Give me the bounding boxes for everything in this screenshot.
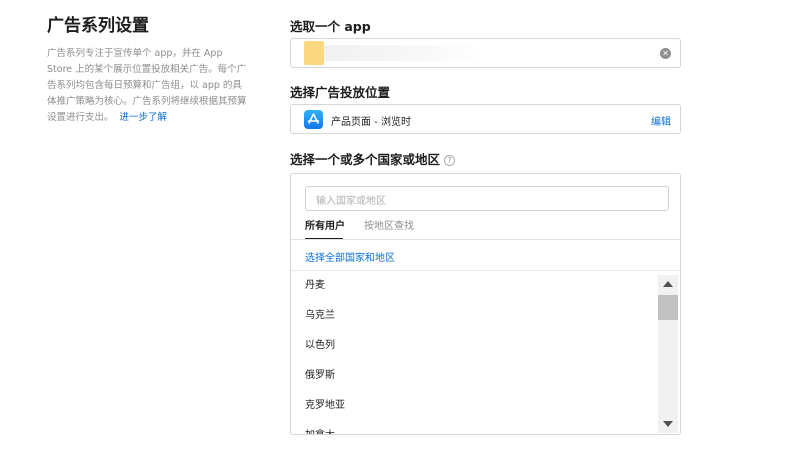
app-store-icon	[304, 110, 323, 129]
scroll-down-icon[interactable]	[663, 421, 673, 427]
intro-description: 广告系列专注于宣传单个 app，并在 App Store 上的某个展示位置投放相…	[47, 46, 247, 126]
tab-find-by-region[interactable]: 按地区查找	[364, 217, 414, 232]
divider	[291, 239, 680, 240]
country-search-input[interactable]: 输入国家或地区	[305, 186, 669, 211]
list-item[interactable]: 俄罗斯	[291, 361, 657, 391]
list-item[interactable]: 加拿大	[291, 421, 657, 434]
placement-field: 产品页面 - 浏览时 编辑	[290, 104, 681, 134]
country-list: 丹麦 乌克兰 以色列 俄罗斯 克罗地亚 加拿大	[291, 271, 657, 434]
countries-label: 选择一个或多个国家或地区?	[290, 149, 456, 168]
edit-placement-link[interactable]: 编辑	[651, 113, 671, 128]
learn-more-link[interactable]: 进一步了解	[120, 112, 168, 123]
country-list-scrollbar[interactable]	[658, 275, 678, 433]
list-item[interactable]: 克罗地亚	[291, 391, 657, 421]
placement-value: 产品页面 - 浏览时	[331, 117, 411, 128]
app-select-label: 选取一个 app	[290, 19, 371, 34]
scroll-up-icon[interactable]	[663, 281, 673, 287]
placement-label: 选择广告投放位置	[290, 85, 391, 100]
app-select-field[interactable]: ✕	[290, 38, 681, 68]
app-name-redacted	[324, 45, 484, 61]
tab-all-users[interactable]: 所有用户	[305, 217, 345, 232]
app-icon	[304, 41, 324, 65]
list-item[interactable]: 乌克兰	[291, 301, 657, 331]
campaign-settings-intro: 广告系列设置 广告系列专注于宣传单个 app，并在 App Store 上的某个…	[47, 14, 247, 126]
clear-icon[interactable]: ✕	[660, 48, 671, 59]
list-item[interactable]: 以色列	[291, 331, 657, 361]
list-item[interactable]: 丹麦	[291, 271, 657, 301]
scroll-thumb[interactable]	[658, 295, 678, 320]
countries-label-text: 选择一个或多个国家或地区	[290, 152, 441, 167]
help-icon[interactable]: ?	[444, 155, 456, 166]
country-selector: 输入国家或地区 所有用户 按地区查找 选择全部国家和地区 丹麦 乌克兰 以色列 …	[290, 173, 681, 435]
page-title: 广告系列设置	[47, 16, 149, 36]
select-all-countries-link[interactable]: 选择全部国家和地区	[305, 249, 395, 264]
